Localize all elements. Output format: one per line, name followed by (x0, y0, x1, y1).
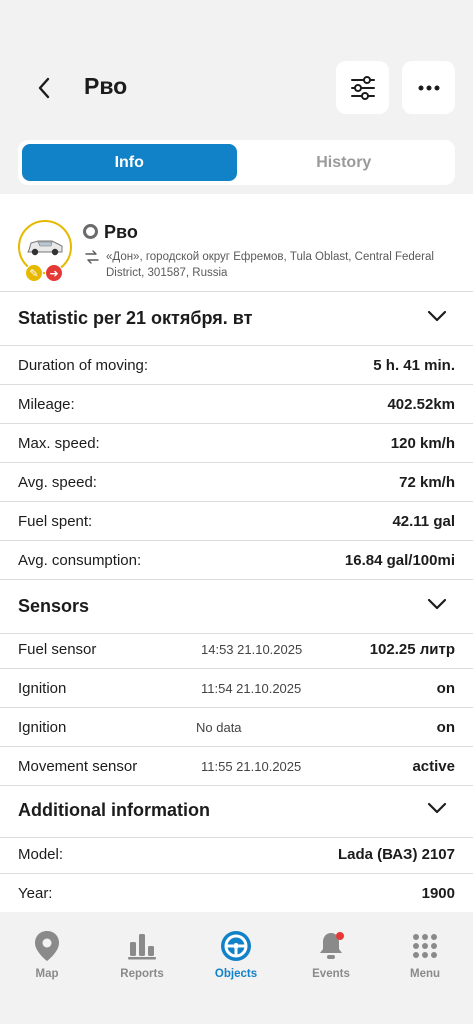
row-value: 72 km/h (399, 473, 455, 491)
additional-info-section-header[interactable]: Additional information (0, 784, 473, 838)
sensor-row-fuel: Fuel sensor 14:53 21.10.2025 102.25 литр (0, 630, 473, 669)
statistic-section-header[interactable]: Statistic per 21 октября. вт (0, 292, 473, 346)
nav-label: Objects (214, 968, 258, 980)
object-address: «Дон», городской округ Ефремов, Tula Obl… (106, 251, 434, 279)
sensor-label: Ignition (18, 679, 67, 697)
row-label: Fuel spent: (18, 512, 93, 530)
object-avatar (18, 220, 72, 274)
stat-row-duration: Duration of moving: 5 h. 41 min. (0, 346, 473, 385)
sensors-title: Sensors (18, 596, 90, 616)
info-row-year: Year: 1900 (0, 874, 473, 913)
tab-bar: Info History (18, 140, 455, 185)
stat-row-avg-speed: Avg. speed: 72 km/h (0, 463, 473, 502)
tab-history[interactable]: History (237, 144, 452, 181)
stat-row-mileage: Mileage: 402.52km (0, 385, 473, 424)
row-label: Model: (18, 845, 64, 863)
row-value: 42.11 gal (392, 512, 455, 530)
page-title: Рво (84, 73, 128, 99)
row-label: Max. speed: (18, 434, 100, 452)
top-bar: Рво (0, 0, 473, 135)
sliders-icon (350, 75, 375, 100)
sensor-value: on (436, 679, 455, 697)
sensor-time: 11:54 21.10.2025 (201, 680, 302, 696)
sensor-time: 14:53 21.10.2025 (201, 641, 303, 657)
sensor-label: Fuel sensor (18, 640, 97, 658)
row-value: 16.84 gal/100mi (344, 551, 455, 569)
row-value: Lada (ВАЗ) 2107 (337, 845, 455, 863)
tab-info[interactable]: Info (22, 144, 237, 181)
nav-label: Map (35, 968, 59, 980)
steering-wheel-icon (220, 930, 252, 962)
nav-label: Reports (120, 968, 164, 980)
row-label: Avg. speed: (18, 473, 97, 491)
nav-menu[interactable]: Menu (380, 930, 470, 980)
map-pin-icon (31, 930, 63, 962)
route-icon (85, 250, 99, 264)
sensor-value: 102.25 литр (369, 640, 455, 658)
key-icon: ✎ (25, 264, 43, 282)
row-label: Year: (18, 884, 53, 902)
sensors-section-header[interactable]: Sensors (0, 580, 473, 634)
info-row-model: Model: Lada (ВАЗ) 2107 (0, 835, 473, 874)
info-panel: ✎ ➜ Рво «Дон», городской округ Ефремов, … (0, 194, 473, 913)
chevron-down-icon (427, 802, 447, 814)
nav-objects[interactable]: Objects (191, 930, 281, 980)
status-indicator-icon (83, 224, 98, 239)
more-horizontal-icon (418, 85, 439, 90)
stat-row-fuel-spent: Fuel spent: 42.11 gal (0, 502, 473, 541)
nav-label: Menu (409, 968, 441, 980)
nav-reports[interactable]: Reports (97, 930, 187, 980)
additional-info-title: Additional information (18, 800, 210, 820)
bell-icon (315, 930, 347, 962)
chevron-down-icon (427, 310, 447, 322)
chevron-left-icon (38, 77, 50, 99)
sensor-row-movement: Movement sensor 11:55 21.10.2025 active (0, 747, 473, 786)
row-value: 5 h. 41 min. (373, 356, 455, 374)
sensor-row-ignition: Ignition 11:54 21.10.2025 on (0, 669, 473, 708)
back-button[interactable] (26, 70, 62, 106)
car-icon (27, 240, 63, 256)
sensor-row-ignition-2: Ignition No data on (0, 708, 473, 747)
sensor-value: on (436, 718, 455, 736)
more-options-button[interactable] (402, 61, 455, 114)
sensor-label: Movement sensor (18, 757, 138, 775)
statistic-title: Statistic per 21 октября. вт (18, 308, 253, 328)
bar-chart-icon (126, 930, 158, 962)
row-label: Duration of moving: (18, 356, 149, 374)
row-value: 402.52km (387, 395, 455, 413)
nav-map[interactable]: Map (2, 930, 92, 980)
row-label: Mileage: (18, 395, 75, 413)
chevron-down-icon (427, 598, 447, 610)
row-label: Avg. consumption: (18, 551, 142, 569)
nav-label: Events (312, 968, 350, 980)
stat-row-avg-consumption: Avg. consumption: 16.84 gal/100mi (0, 541, 473, 580)
sensor-time: No data (196, 719, 242, 735)
row-value: 1900 (421, 884, 455, 902)
notification-dot (336, 932, 344, 940)
bottom-navigation: Map Reports Objects Events Menu (0, 912, 473, 1024)
object-header: ✎ ➜ Рво «Дон», городской округ Ефремов, … (0, 194, 473, 292)
direction-arrow-icon: ➜ (45, 264, 63, 282)
object-name: Рво (104, 222, 138, 242)
nav-events[interactable]: Events (286, 930, 376, 980)
row-value: 120 km/h (390, 434, 455, 452)
sensor-time: 11:55 21.10.2025 (201, 758, 302, 774)
sensor-value: active (412, 757, 455, 775)
filter-button[interactable] (336, 61, 389, 114)
stat-row-max-speed: Max. speed: 120 km/h (0, 424, 473, 463)
sensor-label: Ignition (18, 718, 67, 736)
grid-icon (409, 930, 441, 962)
